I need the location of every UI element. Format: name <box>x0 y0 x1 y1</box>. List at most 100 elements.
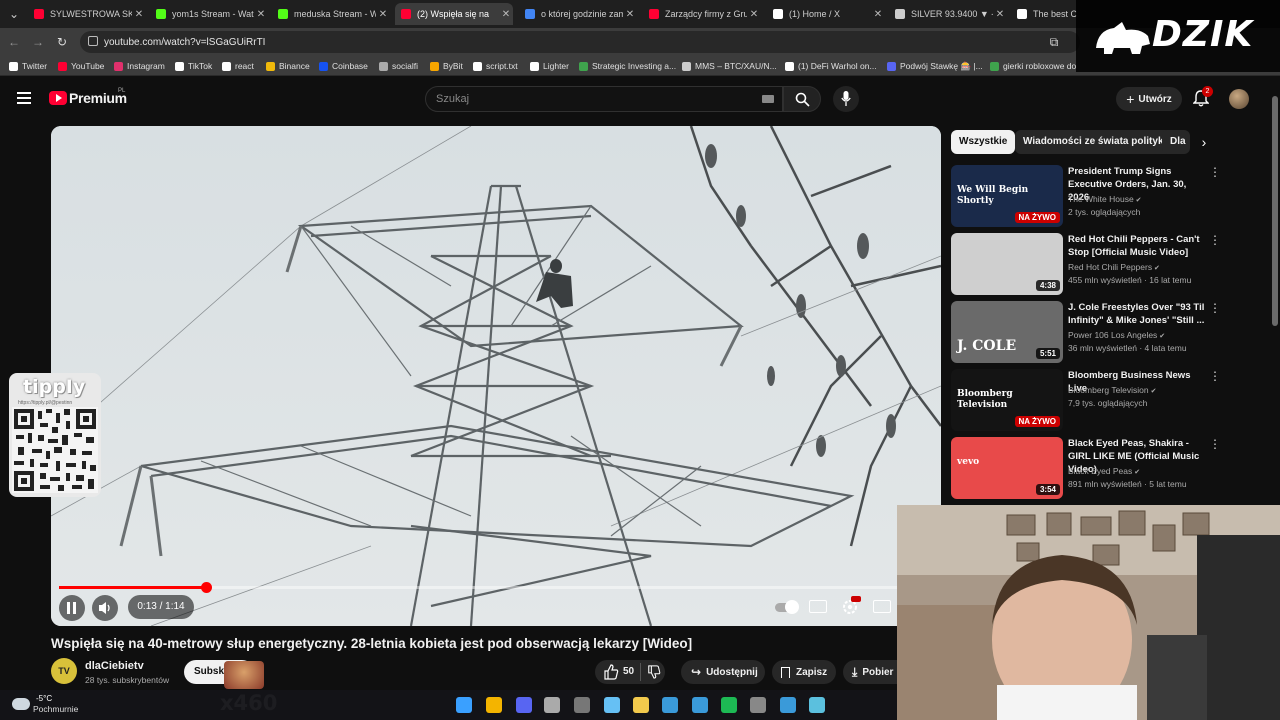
browser-tab[interactable]: o której godzinie zam ✕ <box>519 3 637 25</box>
browser-tab[interactable]: yom1s Stream - Watc ✕ <box>150 3 268 25</box>
spotify-icon[interactable] <box>721 697 737 713</box>
youtube-logo-icon[interactable] <box>49 91 67 105</box>
bookmark-item[interactable]: Strategic Investing a... <box>579 58 676 74</box>
video-player[interactable]: 0:13 / 1:14 <box>51 126 941 626</box>
chrome-icon[interactable] <box>486 697 502 713</box>
bookmark-item[interactable]: TikTok <box>175 58 212 74</box>
forward-icon[interactable]: → <box>30 34 46 50</box>
reload-icon[interactable]: ↻ <box>54 34 70 50</box>
back-icon[interactable]: ← <box>6 34 22 50</box>
x-app-icon[interactable] <box>780 697 796 713</box>
bookmark-item[interactable]: Twitter <box>9 58 47 74</box>
bookmark-item[interactable]: ByBit <box>430 58 463 74</box>
bookmark-item[interactable]: react <box>222 58 254 74</box>
recommendation-channel[interactable]: The White House ✔ <box>1068 194 1141 204</box>
recommendation-thumbnail[interactable]: J. COLE 5:51 <box>951 301 1063 363</box>
tab-close-icon[interactable]: ✕ <box>871 9 885 20</box>
download-button[interactable]: ⤓ Pobier <box>843 660 897 684</box>
browser-tab[interactable]: SYLWESTROWA SKŁA✕ <box>28 3 146 25</box>
miniplayer-icon[interactable] <box>873 600 891 613</box>
notes-icon[interactable] <box>809 697 825 713</box>
discord-icon[interactable] <box>516 697 532 713</box>
bookmark-item[interactable]: (1) DeFi Warhol on... <box>785 58 877 74</box>
app-icon[interactable] <box>692 697 708 713</box>
recommendation-thumbnail[interactable]: Bloomberg Television NA ŻYWO <box>951 369 1063 431</box>
page-scrollbar[interactable] <box>1272 96 1278 326</box>
menu-icon[interactable] <box>17 92 31 104</box>
recommendation-item[interactable]: J. COLE 5:51 J. Cole Freestyles Over "93 T… <box>951 301 1221 363</box>
autoplay-toggle[interactable] <box>773 598 799 616</box>
browser-tab[interactable]: (2) Wspięła się na ✕ <box>395 3 513 25</box>
tab-list-icon[interactable]: ⌄ <box>6 6 22 22</box>
chip-all[interactable]: Wszystkie <box>951 130 1016 154</box>
browser-tab[interactable]: SILVER 93.9400 ▼ -1 ✕ <box>889 3 1007 25</box>
install-app-icon[interactable]: ⧉ <box>1046 34 1062 50</box>
bookmark-item[interactable]: Binance <box>266 58 310 74</box>
recommendation-item[interactable]: Bloomberg Television NA ŻYWO Bloomberg Bus… <box>951 369 1221 431</box>
tab-close-icon[interactable]: ✕ <box>132 9 146 20</box>
url-input[interactable]: youtube.com/watch?v=lSGaGUiRrTI <box>80 31 1080 53</box>
recommendation-channel[interactable]: Bloomberg Television ✔ <box>1068 385 1156 395</box>
browser-tab[interactable]: The best Cha <box>1011 3 1077 25</box>
keyboard-icon[interactable] <box>762 95 774 103</box>
dislike-button[interactable] <box>647 665 663 681</box>
bookmark-item[interactable]: Lighter <box>530 58 569 74</box>
tab-close-icon[interactable]: ✕ <box>499 9 513 20</box>
video-progress-bar[interactable] <box>59 582 899 593</box>
browser-tab[interactable]: Zarządcy firmy z Gru ✕ <box>643 3 761 25</box>
more-options-icon[interactable]: ⋮ <box>1209 301 1221 315</box>
tab-close-icon[interactable]: ✕ <box>376 9 390 20</box>
create-button[interactable]: + Utwórz <box>1116 87 1182 111</box>
bookmark-item[interactable]: Podwój Stawkę 🎰 |... <box>887 58 983 74</box>
edge-icon[interactable] <box>662 697 678 713</box>
settings-button[interactable] <box>841 596 861 616</box>
chip-for-you[interactable]: Dla <box>1162 130 1190 154</box>
bookmark-item[interactable]: MMS – BTC/XAU/N... <box>682 58 777 74</box>
recommendation-thumbnail[interactable]: We Will Begin Shortly NA ŻYWO <box>951 165 1063 227</box>
recommendation-thumbnail[interactable]: vevo 3:54 <box>951 437 1063 499</box>
windows-start-icon[interactable] <box>456 697 472 713</box>
recommendation-thumbnail[interactable]: 4:38 <box>951 233 1063 295</box>
tab-close-icon[interactable]: ✕ <box>993 9 1007 20</box>
weather-desc[interactable]: Pochmurnie <box>33 704 78 714</box>
channel-avatar[interactable]: TV <box>51 658 77 684</box>
pause-button[interactable] <box>59 595 85 621</box>
bookmark-item[interactable]: script.txt <box>473 58 518 74</box>
more-options-icon[interactable]: ⋮ <box>1209 233 1221 247</box>
recommendation-item[interactable]: We Will Begin Shortly NA ŻYWO President Tr… <box>951 165 1221 227</box>
chip-politics[interactable]: Wiadomości ze świata polityki <box>1015 130 1175 154</box>
site-info-icon[interactable] <box>88 36 98 46</box>
search-input[interactable]: Szukaj <box>425 86 783 112</box>
notifications-button[interactable]: 2 <box>1192 86 1213 108</box>
mute-button[interactable] <box>92 595 118 621</box>
share-button[interactable]: ↪ Udostępnij <box>681 660 765 684</box>
bookmark-item[interactable]: gierki robloxowe do <box>990 58 1076 74</box>
account-avatar[interactable] <box>1229 89 1249 109</box>
bookmark-item[interactable]: YouTube <box>58 58 104 74</box>
files-icon[interactable] <box>633 697 649 713</box>
recommendation-title[interactable]: J. Cole Freestyles Over "93 Til Infinity… <box>1068 301 1210 327</box>
browser-tab[interactable]: (1) Home / X ✕ <box>767 3 885 25</box>
bookmark-item[interactable]: socialfi <box>379 58 418 74</box>
search-button[interactable] <box>783 86 821 112</box>
tab-close-icon[interactable]: ✕ <box>623 9 637 20</box>
bookmark-item[interactable]: Coinbase <box>319 58 368 74</box>
video-scrubber-handle[interactable] <box>201 582 212 593</box>
weather-temp[interactable]: -5°C <box>36 694 52 703</box>
voice-search-button[interactable] <box>833 86 859 112</box>
more-options-icon[interactable]: ⋮ <box>1209 165 1221 179</box>
channel-name[interactable]: dlaCiebietv <box>85 660 144 672</box>
recommendation-channel[interactable]: Black Eyed Peas ✔ <box>1068 466 1140 476</box>
recommendation-item[interactable]: vevo 3:54 Black Eyed Peas, Shakira - GIRL … <box>951 437 1221 499</box>
bookmark-item[interactable]: Instagram <box>114 58 165 74</box>
recommendation-item[interactable]: 4:38 Red Hot Chili Peppers - Can't Stop [… <box>951 233 1221 295</box>
save-button[interactable]: Zapisz <box>772 660 836 684</box>
steam-icon[interactable] <box>604 697 620 713</box>
tab-close-icon[interactable]: ✕ <box>747 9 761 20</box>
subtitles-icon[interactable] <box>809 600 827 613</box>
recommendation-title[interactable]: Red Hot Chili Peppers - Can't Stop [Offi… <box>1068 233 1210 259</box>
recommendation-channel[interactable]: Red Hot Chili Peppers ✔ <box>1068 262 1160 272</box>
browser-tab[interactable]: meduska Stream - Wa ✕ <box>272 3 390 25</box>
recommendation-channel[interactable]: Power 106 Los Angeles ✔ <box>1068 330 1165 340</box>
obs-icon[interactable] <box>574 697 590 713</box>
